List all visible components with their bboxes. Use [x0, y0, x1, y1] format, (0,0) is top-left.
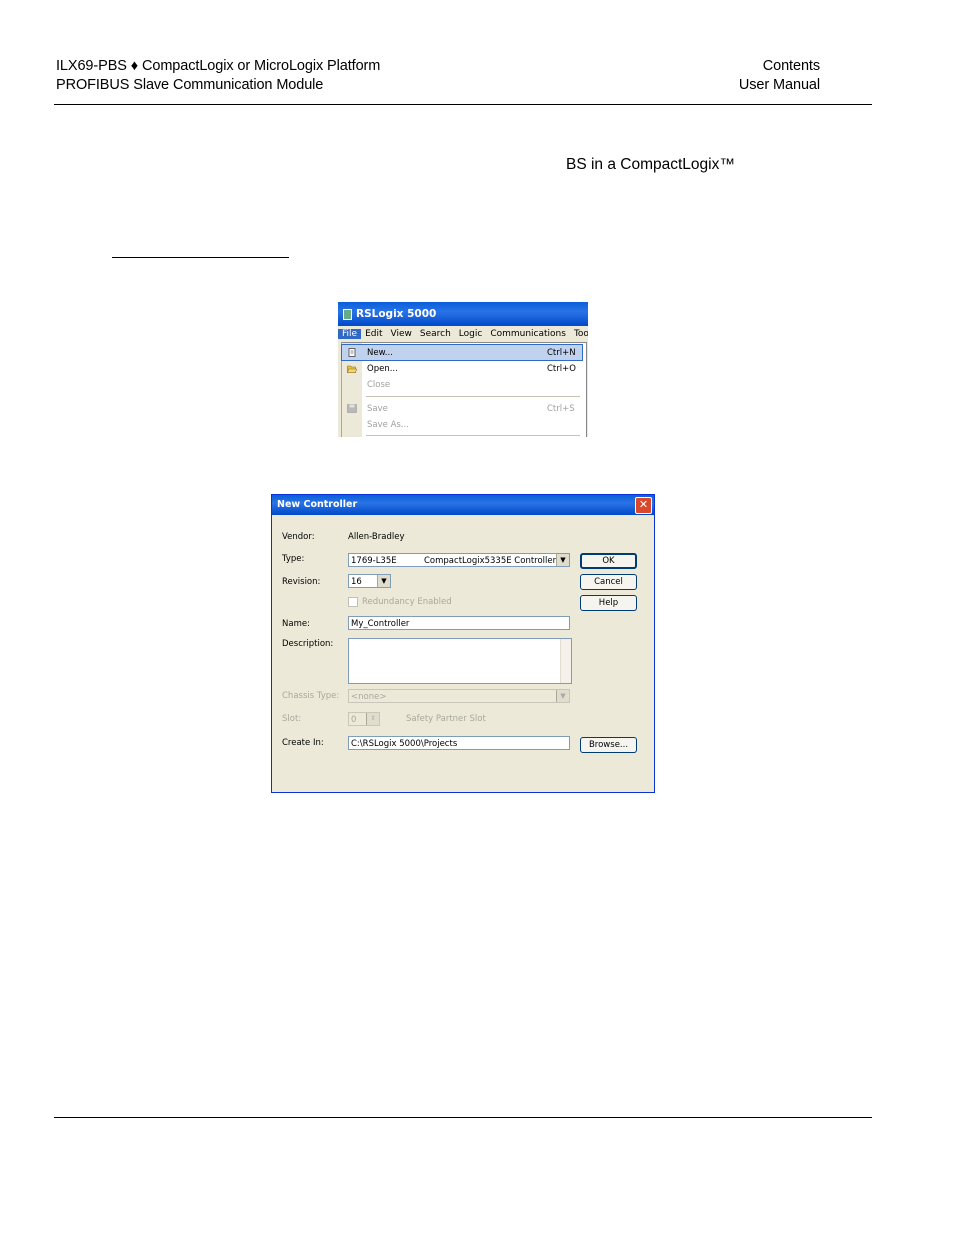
type-select[interactable]: 1769-L35E CompactLogix5335E Controller ▼	[348, 553, 570, 567]
menu-item-label: Open...	[367, 363, 398, 374]
name-label: Name:	[282, 619, 310, 629]
header-left: ILX69-PBS ♦ CompactLogix or MicroLogix P…	[56, 57, 380, 95]
menu-communications[interactable]: Communications	[486, 329, 570, 339]
save-disk-icon	[347, 404, 357, 413]
menu-edit[interactable]: Edit	[361, 329, 386, 339]
revision-select[interactable]: 16 ▼	[348, 574, 391, 588]
menu-item-new[interactable]: New... Ctrl+N	[341, 344, 583, 361]
chassis-type-value: <none>	[351, 692, 387, 702]
help-button[interactable]: Help	[580, 595, 637, 611]
cancel-button[interactable]: Cancel	[580, 574, 637, 590]
menu-separator	[366, 435, 580, 436]
safety-partner-slot-label: Safety Partner Slot	[406, 714, 486, 724]
menu-item-label: Save	[367, 403, 388, 414]
create-in-input[interactable]: C:\RSLogix 5000\Projects	[348, 736, 570, 750]
open-folder-icon	[347, 365, 357, 373]
rslogix-menu-screenshot: RSLogix 5000 File Edit View Search Logic…	[338, 302, 588, 437]
chevron-down-icon: ▼	[556, 690, 569, 702]
redundancy-checkbox[interactable]	[348, 597, 358, 607]
vendor-value: Allen-Bradley	[348, 532, 405, 542]
new-controller-dialog: New Controller ✕ Vendor: Allen-Bradley T…	[271, 494, 655, 793]
description-textarea[interactable]	[348, 638, 572, 684]
header-product: ILX69-PBS ♦ CompactLogix or MicroLogix P…	[56, 58, 381, 74]
slot-spinner[interactable]: 0 ⇕	[348, 712, 380, 726]
revision-label: Revision:	[282, 577, 321, 587]
menu-item-save-as[interactable]: Save As...	[342, 417, 582, 432]
header-module: PROFIBUS Slave Communication Module	[56, 77, 324, 93]
dialog-titlebar: New Controller ✕	[272, 495, 654, 515]
description-scrollbar[interactable]	[560, 639, 571, 683]
dialog-title: New Controller	[277, 499, 358, 510]
create-in-label: Create In:	[282, 738, 324, 748]
rslogix-app-icon	[342, 308, 352, 320]
menu-item-label: Close	[367, 379, 391, 390]
header-section: Contents	[762, 58, 820, 74]
menu-logic[interactable]: Logic	[455, 329, 487, 339]
chassis-type-label: Chassis Type:	[282, 691, 340, 701]
close-icon[interactable]: ✕	[635, 497, 652, 514]
header-doc-type: User Manual	[738, 77, 820, 93]
type-label: Type:	[282, 554, 305, 564]
body-text: BS in a CompactLogix™	[566, 156, 735, 173]
description-label: Description:	[282, 639, 334, 649]
menubar: File Edit View Search Logic Communicatio…	[338, 326, 588, 341]
spinner-arrows-icon: ⇕	[366, 713, 379, 725]
ok-button[interactable]: OK	[580, 553, 637, 569]
menu-item-save[interactable]: Save Ctrl+S	[342, 401, 582, 416]
menu-item-shortcut: Ctrl+O	[547, 363, 576, 374]
vendor-label: Vendor:	[282, 532, 315, 542]
menu-item-shortcut: Ctrl+N	[547, 347, 576, 358]
slot-value: 0	[351, 715, 357, 725]
revision-value: 16	[351, 577, 362, 587]
footer-rule	[54, 1117, 872, 1118]
rslogix-title: RSLogix 5000	[356, 308, 437, 320]
menu-item-open[interactable]: Open... Ctrl+O	[342, 361, 582, 376]
menu-item-label: Save As...	[367, 419, 409, 430]
underline-rule	[112, 257, 289, 258]
rslogix-titlebar: RSLogix 5000	[338, 302, 588, 326]
chassis-type-select[interactable]: <none> ▼	[348, 689, 570, 703]
menu-item-shortcut: Ctrl+S	[547, 403, 575, 414]
redundancy-label: Redundancy Enabled	[362, 597, 452, 607]
header-right: Contents User Manual	[739, 57, 820, 95]
chevron-down-icon[interactable]: ▼	[377, 575, 390, 587]
file-menu-dropdown: New... Ctrl+N Open... Ctrl+O Close Save …	[341, 342, 587, 437]
menu-file[interactable]: File	[338, 328, 362, 339]
menu-view[interactable]: View	[387, 329, 416, 339]
menu-item-close[interactable]: Close	[342, 377, 582, 392]
menu-item-label: New...	[367, 347, 393, 358]
type-code: 1769-L35E	[351, 556, 397, 566]
menu-separator	[366, 396, 580, 397]
name-input[interactable]: My_Controller	[348, 616, 570, 630]
menu-tools[interactable]: Tools	[570, 329, 588, 339]
chevron-down-icon[interactable]: ▼	[556, 554, 569, 566]
slot-label: Slot:	[282, 714, 302, 724]
header-rule	[54, 104, 872, 105]
menu-search[interactable]: Search	[416, 329, 455, 339]
browse-button[interactable]: Browse...	[580, 737, 637, 753]
new-file-icon	[348, 348, 356, 357]
type-description: CompactLogix5335E Controller	[424, 556, 557, 566]
